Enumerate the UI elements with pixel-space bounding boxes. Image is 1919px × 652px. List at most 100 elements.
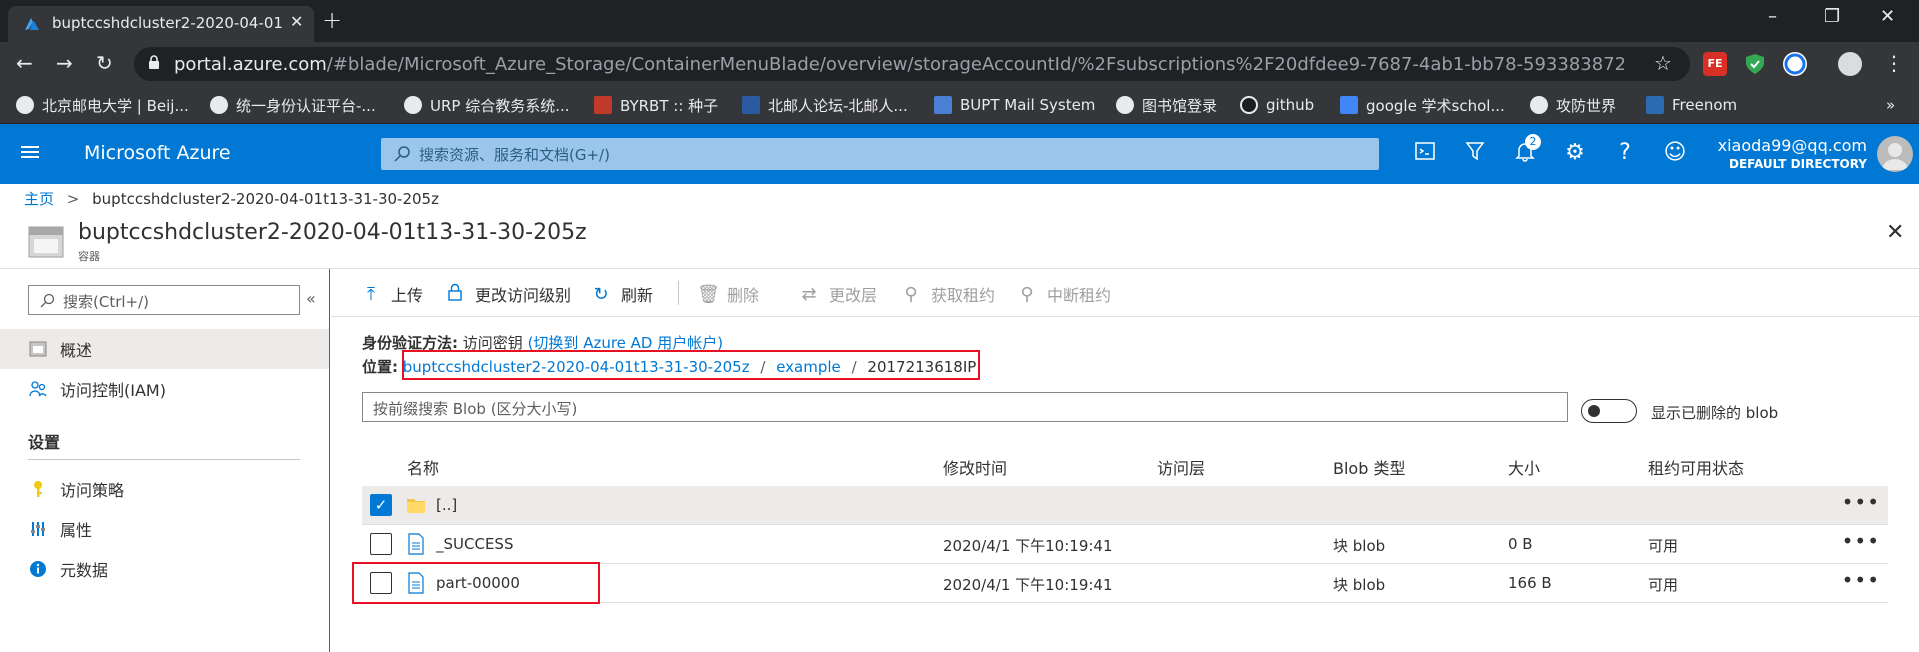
key-icon [28,479,48,499]
lock-icon [445,283,465,306]
column-header-tier[interactable]: 访问层 [1157,455,1205,479]
row-name[interactable]: _SUCCESS [436,535,513,553]
bookmark-item[interactable]: 统一身份认证平台-... [210,94,376,116]
column-header-lease-state[interactable]: 租约可用状态 [1648,455,1744,479]
refresh-button[interactable]: ↻ 刷新 [591,282,653,306]
close-blade-icon[interactable]: ✕ [1886,220,1904,245]
nav-item-metadata[interactable]: 元数据 [0,549,329,589]
row-modified: 2020/4/1 下午10:19:41 [943,576,1113,594]
row-modified: 2020/4/1 下午10:19:41 [943,537,1113,555]
show-deleted-toggle[interactable] [1581,399,1637,423]
page-subtitle: 容器 [78,250,100,263]
globe-icon [404,96,422,114]
nav-item-overview[interactable]: 概述 [0,329,329,369]
user-account[interactable]: xiaoda99@qq.com DEFAULT DIRECTORY [1718,136,1867,171]
command-bar: ⤒ 上传 更改访问级别 ↻ 刷新 🗑 删除 ⇄ 更改层 ⚲ 获取租约 ⚲ 中断租约 [331,269,1919,317]
trash-icon: 🗑 [697,283,720,305]
nav-item-access-policy[interactable]: 访问策略 [0,469,329,509]
cloud-shell-icon[interactable] [1411,140,1439,168]
column-header-blob-type[interactable]: Blob 类型 [1333,455,1405,479]
toggle-knob [1588,405,1600,417]
table-row[interactable]: _SUCCESS 2020/4/1 下午10:19:41 块 blob 0 B … [362,525,1888,564]
globe-icon [16,96,34,114]
broken-link-icon: ⚲ [1020,283,1034,305]
directory-filter-icon[interactable] [1461,140,1489,168]
fe-extension-icon[interactable]: FE [1703,52,1727,76]
help-question-icon[interactable]: ? [1611,140,1639,168]
bookmark-item[interactable]: 北邮人论坛-北邮人... [742,94,908,116]
acquire-lease-button[interactable]: ⚲ 获取租约 [901,282,995,306]
row-more-actions[interactable]: ••• [1842,490,1880,514]
menu-search-placeholder: 搜索(Ctrl+/) [63,293,150,311]
url-text: portal.azure.com/#blade/Microsoft_Azure_… [174,54,1624,75]
azure-brand[interactable]: Microsoft Azure [84,142,231,164]
break-lease-button[interactable]: ⚲ 中断租约 [1017,282,1111,306]
hamburger-menu-icon[interactable] [20,142,40,162]
row-size: 166 B [1508,574,1552,592]
settings-gear-icon[interactable]: ⚙ [1561,140,1589,168]
nav-item-iam[interactable]: 访问控制(IAM) [0,369,329,409]
bookmark-item[interactable]: Freenom [1646,94,1737,116]
column-header-size[interactable]: 大小 [1508,455,1540,479]
collapse-menu-icon[interactable]: « [306,289,316,308]
row-name[interactable]: [..] [436,496,457,514]
maximize-window-button[interactable]: ❐ [1824,6,1840,27]
close-window-button[interactable]: ✕ [1880,6,1895,27]
nav-item-properties[interactable]: 属性 [0,509,329,549]
forward-icon[interactable]: → [56,51,73,75]
breadcrumb-home-link[interactable]: 主页 [24,190,54,208]
menu-kebab-icon[interactable]: ⋮ [1884,51,1904,75]
row-more-actions[interactable]: ••• [1842,529,1880,553]
sync-extension-icon[interactable] [1783,52,1807,76]
profile-avatar-icon[interactable] [1838,52,1862,76]
global-search-input[interactable]: 搜索资源、服务和文档(G+/) [381,138,1379,170]
reload-icon[interactable]: ↻ [96,51,113,75]
lock-icon [149,55,159,69]
column-header-name[interactable]: 名称 [407,455,439,479]
row-blob-type: 块 blob [1333,537,1386,555]
avatar[interactable] [1877,136,1913,172]
change-tier-button[interactable]: ⇄ 更改层 [799,282,877,306]
row-checkbox[interactable]: ✓ [370,494,392,516]
bookmarks-overflow[interactable]: » [1886,94,1895,116]
azure-favicon-icon [25,18,39,30]
bookmark-item[interactable]: BUPT Mail System [934,94,1095,116]
location-label: 位置: [362,358,398,376]
bookmark-item[interactable]: URP 综合教务系统... [404,94,570,116]
back-icon[interactable]: ← [16,51,33,75]
browser-tab[interactable]: buptccshdcluster2-2020-04-01t ✕ [8,6,314,42]
upload-button[interactable]: ⤒ 上传 [361,282,423,306]
shield-extension-icon[interactable] [1743,52,1767,76]
bookmark-item[interactable]: BYRBT :: 种子 [594,94,718,116]
new-tab-button[interactable]: + [322,6,342,34]
blob-prefix-search-placeholder: 按前缀搜索 Blob (区分大小写) [373,400,578,418]
address-bar[interactable]: portal.azure.com/#blade/Microsoft_Azure_… [134,47,1690,81]
search-icon [40,293,55,308]
breadcrumb-current: buptccshdcluster2-2020-04-01t13-31-30-20… [92,190,439,208]
azure-header: Microsoft Azure 搜索资源、服务和文档(G+/) 2 ⚙ ? ☺ … [0,124,1919,184]
row-more-actions[interactable]: ••• [1842,568,1880,592]
bookmark-star-icon[interactable]: ☆ [1654,51,1672,75]
table-row[interactable]: ✓ [..] ••• [362,486,1888,525]
bookmark-item[interactable]: 图书馆登录 [1116,94,1217,116]
bookmark-item[interactable]: github [1240,94,1314,116]
url-host: portal.azure.com [174,54,327,75]
row-blob-type: 块 blob [1333,576,1386,594]
bookmark-item[interactable]: 攻防世界 [1530,94,1616,116]
breadcrumb-separator: > [66,190,80,208]
delete-button[interactable]: 🗑 删除 [697,282,759,306]
close-tab-icon[interactable]: ✕ [290,12,303,31]
menu-search-input[interactable]: 搜索(Ctrl+/) [28,285,300,315]
row-checkbox[interactable] [370,533,392,555]
globe-icon [1530,96,1548,114]
bookmark-item[interactable]: google 学术schol... [1340,94,1505,116]
minimize-window-button[interactable]: – [1768,6,1777,27]
user-email: xiaoda99@qq.com [1717,136,1867,155]
page-title: buptccshdcluster2-2020-04-01t13-31-30-20… [78,220,587,245]
bookmark-item[interactable]: 北京邮电大学 | Beij... [16,94,189,116]
search-icon [394,146,410,162]
feedback-smiley-icon[interactable]: ☺ [1661,140,1689,168]
blob-prefix-search-input[interactable]: 按前缀搜索 Blob (区分大小写) [362,392,1568,422]
column-header-modified[interactable]: 修改时间 [943,455,1007,479]
change-access-level-button[interactable]: 更改访问级别 [445,282,571,306]
